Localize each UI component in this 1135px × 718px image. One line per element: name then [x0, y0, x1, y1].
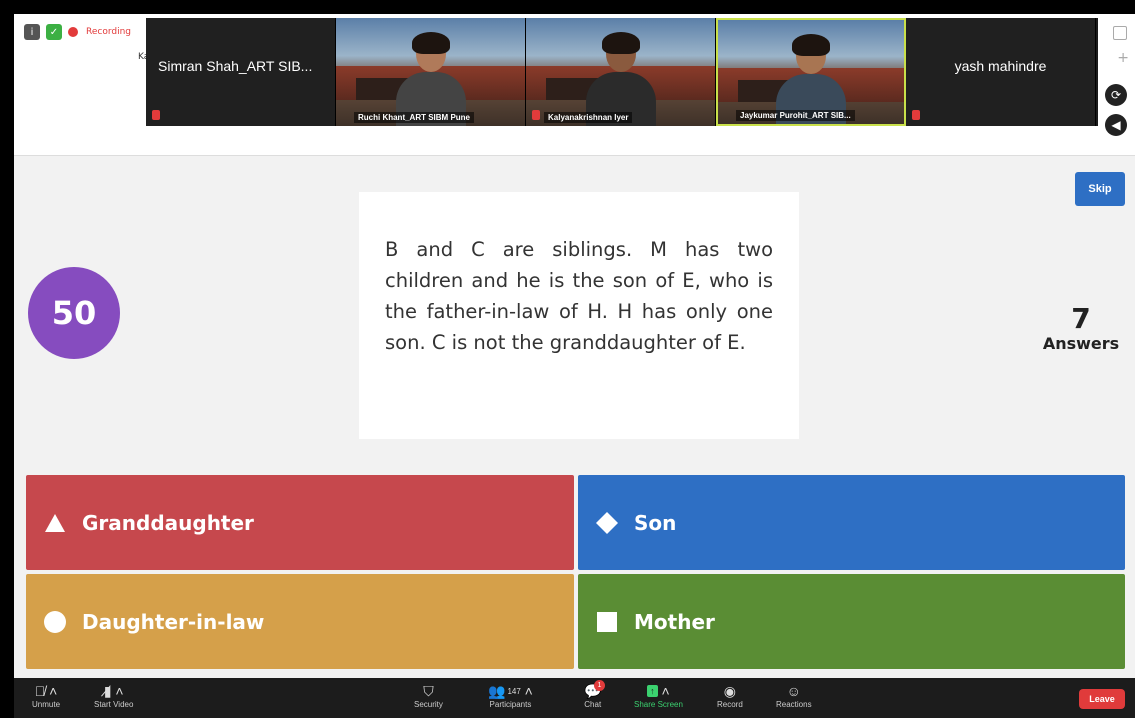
- answer-label: Mother: [634, 609, 715, 634]
- muted-mic-icon: 🎙̸ ˄: [34, 683, 58, 699]
- share-screen-button[interactable]: ↑ ˄ Share Screen: [634, 682, 683, 709]
- diamond-icon: [594, 510, 620, 536]
- participants-icon: 👥 147 ˄: [488, 682, 533, 700]
- participant-name: Jaykumar Purohit_ART SIB...: [736, 110, 855, 121]
- answer-option-son[interactable]: Son: [578, 475, 1125, 570]
- chat-label: Chat: [584, 700, 602, 709]
- share-screen-icon: ↑ ˄: [647, 682, 670, 700]
- chat-icon: 💬 1: [584, 680, 605, 700]
- muted-mic-icon: [532, 110, 540, 120]
- start-video-button[interactable]: ▮̸ ˄ Start Video: [94, 682, 134, 710]
- share-screen-label: Share Screen: [634, 700, 683, 709]
- recording-label: Recording: [86, 27, 132, 37]
- rotate-icon[interactable]: ⟳: [1105, 84, 1127, 106]
- start-video-label: Start Video: [94, 700, 134, 709]
- unmute-label: Unmute: [32, 700, 61, 709]
- status-icons: i ✓ Recording: [24, 24, 131, 40]
- participant-gallery: Simran Shah_ART SIB... Ruchi Khant_ART S…: [146, 18, 1098, 126]
- security-label: Security: [414, 700, 443, 709]
- recording-icon: [68, 27, 78, 37]
- info-icon[interactable]: i: [24, 24, 40, 40]
- answer-label: Daughter-in-law: [82, 609, 265, 634]
- answer-label: Son: [634, 510, 677, 535]
- unmute-button[interactable]: 🎙̸ ˄ Unmute: [32, 682, 60, 709]
- square-icon: [594, 609, 620, 635]
- shield-icon[interactable]: ✓: [46, 24, 62, 40]
- question-text: B and C are siblings. M has two children…: [359, 192, 799, 439]
- participant-name: yash mahindre: [954, 58, 1047, 74]
- restore-icon[interactable]: [1113, 26, 1127, 40]
- security-button[interactable]: ⛉ Security: [414, 682, 443, 710]
- circle-icon: [42, 609, 68, 635]
- participant-tile-active[interactable]: Jaykumar Purohit_ART SIB...: [716, 18, 906, 126]
- plus-icon[interactable]: +: [1117, 50, 1129, 66]
- participant-name: Ruchi Khant_ART SIBM Pune: [354, 112, 475, 123]
- participant-name: Simran Shah_ART SIB...: [158, 58, 313, 74]
- countdown-timer: 50: [28, 267, 120, 359]
- record-icon: ◉: [723, 682, 736, 699]
- zoom-screen: i ✓ Recording Ka + Simran Shah_ART SIB..…: [14, 14, 1135, 718]
- participant-tile[interactable]: Simran Shah_ART SIB...: [146, 18, 336, 126]
- answers-counter: 7 Answers: [1036, 302, 1126, 354]
- reactions-button[interactable]: ☺ Reactions: [776, 682, 812, 709]
- answers-label: Answers: [1042, 334, 1120, 353]
- record-label: Record: [717, 700, 743, 709]
- chat-badge: 1: [594, 680, 605, 691]
- reactions-label: Reactions: [776, 700, 812, 709]
- participant-name: Kalyanakrishnan Iyer: [544, 112, 633, 123]
- answers-number: 7: [1071, 302, 1091, 335]
- leave-button[interactable]: Leave: [1079, 689, 1125, 709]
- participant-tile[interactable]: Kalyanakrishnan Iyer: [526, 18, 716, 126]
- skip-button[interactable]: Skip: [1075, 172, 1125, 206]
- answer-option-granddaughter[interactable]: Granddaughter: [26, 475, 574, 570]
- video-off-icon: ▮̸ ˄: [103, 682, 124, 699]
- triangle-icon: [42, 510, 68, 536]
- muted-mic-icon: [152, 110, 160, 120]
- answer-option-daughter-in-law[interactable]: Daughter-in-law: [26, 574, 574, 669]
- muted-mic-icon: [912, 110, 920, 120]
- answer-label: Granddaughter: [82, 510, 254, 535]
- shield-icon: ⛉: [423, 682, 434, 699]
- participant-tile[interactable]: Ruchi Khant_ART SIBM Pune: [336, 18, 526, 126]
- participants-button[interactable]: 👥 147 ˄ Participants: [488, 682, 533, 710]
- participants-count: 147: [507, 686, 521, 696]
- record-button[interactable]: ◉ Record: [717, 682, 743, 710]
- volume-icon[interactable]: ◀: [1105, 114, 1127, 136]
- chat-button[interactable]: 💬 1 Chat: [584, 680, 605, 709]
- answer-option-mother[interactable]: Mother: [578, 574, 1125, 669]
- participants-label: Participants: [489, 700, 532, 709]
- participant-tile[interactable]: yash mahindre: [906, 18, 1096, 126]
- meeting-toolbar: 🎙̸ ˄ Unmute ▮̸ ˄ Start Video ⛉ Security …: [14, 678, 1135, 718]
- window-frame: i ✓ Recording Ka + Simran Shah_ART SIB..…: [0, 0, 1135, 718]
- reactions-icon: ☺: [786, 683, 801, 699]
- top-bar: i ✓ Recording Ka + Simran Shah_ART SIB..…: [14, 14, 1135, 156]
